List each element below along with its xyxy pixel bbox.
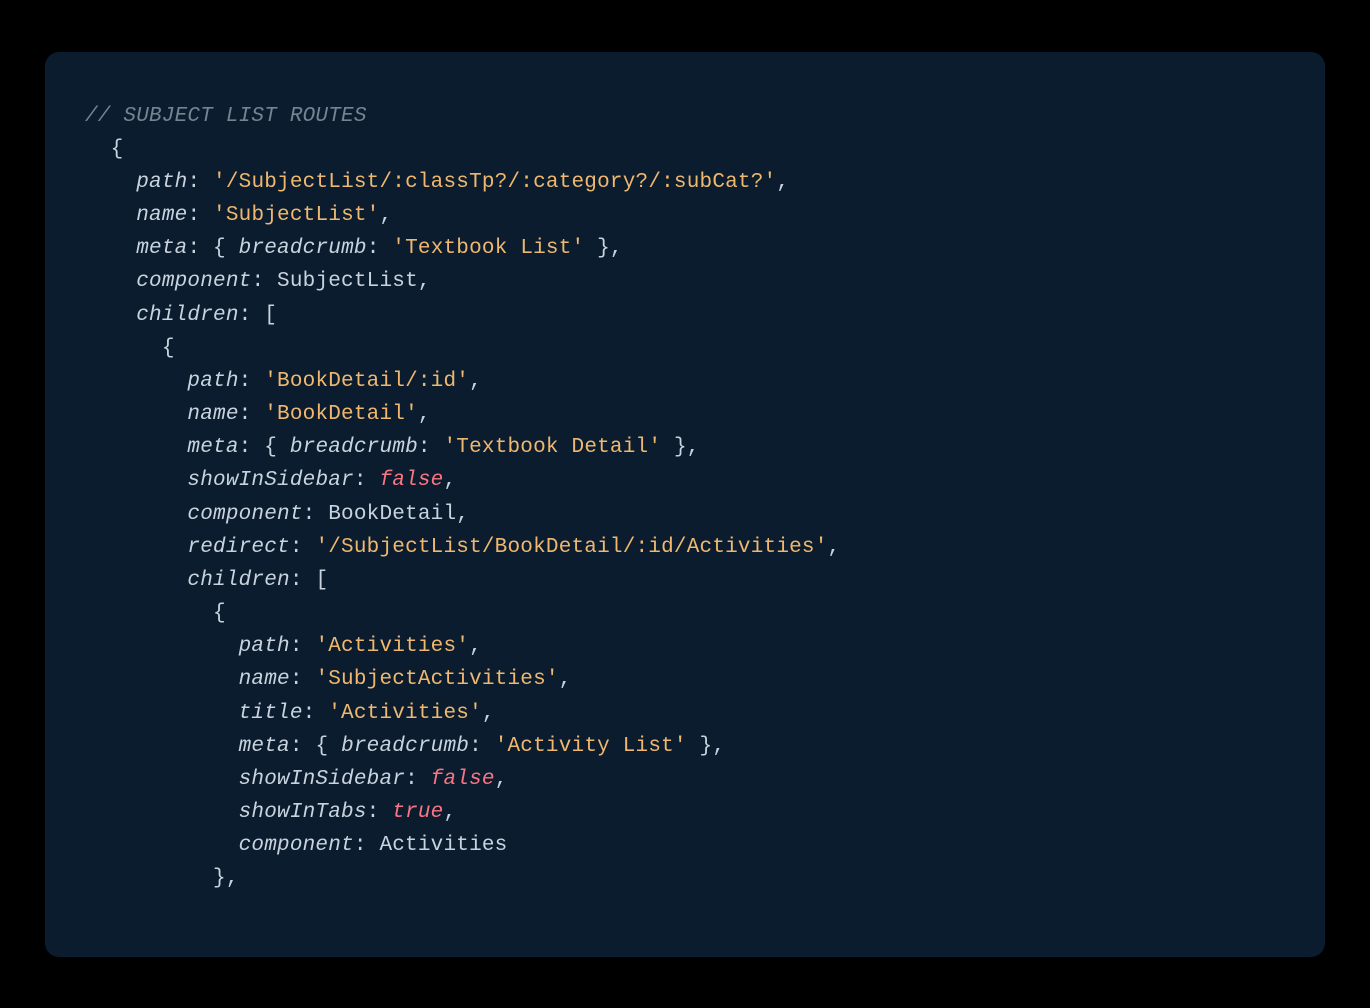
identifier: SubjectList	[277, 270, 418, 293]
string-literal: '/SubjectList/:classTp?/:category?/:subC…	[213, 171, 776, 194]
prop-key: name	[239, 668, 290, 691]
boolean-literal: false	[379, 469, 443, 492]
string-literal: 'Activity List'	[495, 735, 687, 758]
brace-open: {	[162, 337, 175, 360]
identifier: BookDetail	[328, 503, 456, 526]
string-literal: 'Activities'	[328, 702, 482, 725]
string-literal: 'BookDetail'	[264, 403, 418, 426]
bracket-open: [	[315, 569, 328, 592]
prop-key: name	[136, 204, 187, 227]
comment-line: // SUBJECT LIST ROUTES	[85, 105, 367, 128]
prop-key: title	[239, 702, 303, 725]
prop-key: component	[136, 270, 251, 293]
prop-key: children	[136, 304, 238, 327]
prop-key: showInSidebar	[187, 469, 353, 492]
prop-key: redirect	[187, 536, 289, 559]
identifier: Activities	[379, 834, 507, 857]
prop-key: showInTabs	[239, 801, 367, 824]
prop-key: breadcrumb	[239, 237, 367, 260]
string-literal: 'Textbook Detail'	[444, 436, 662, 459]
string-literal: '/SubjectList/BookDetail/:id/Activities'	[315, 536, 827, 559]
prop-key: breadcrumb	[290, 436, 418, 459]
prop-key: showInSidebar	[239, 768, 405, 791]
string-literal: 'Activities'	[315, 635, 469, 658]
string-literal: 'SubjectList'	[213, 204, 379, 227]
brace-close: },	[213, 867, 239, 890]
prop-key: component	[239, 834, 354, 857]
prop-key: path	[239, 635, 290, 658]
prop-key: path	[187, 370, 238, 393]
prop-key: name	[187, 403, 238, 426]
prop-key: breadcrumb	[341, 735, 469, 758]
brace-open: {	[111, 138, 124, 161]
brace-open: {	[213, 602, 226, 625]
code-window: // SUBJECT LIST ROUTES { path: '/Subject…	[45, 52, 1325, 957]
bracket-open: [	[264, 304, 277, 327]
prop-key: path	[136, 171, 187, 194]
boolean-literal: false	[431, 768, 495, 791]
prop-key: meta	[239, 735, 290, 758]
string-literal: 'Textbook List'	[392, 237, 584, 260]
boolean-literal: true	[392, 801, 443, 824]
string-literal: 'SubjectActivities'	[315, 668, 558, 691]
prop-key: component	[187, 503, 302, 526]
code-block[interactable]: // SUBJECT LIST ROUTES { path: '/Subject…	[85, 100, 1285, 896]
prop-key: meta	[136, 237, 187, 260]
prop-key: meta	[187, 436, 238, 459]
prop-key: children	[187, 569, 289, 592]
string-literal: 'BookDetail/:id'	[264, 370, 469, 393]
